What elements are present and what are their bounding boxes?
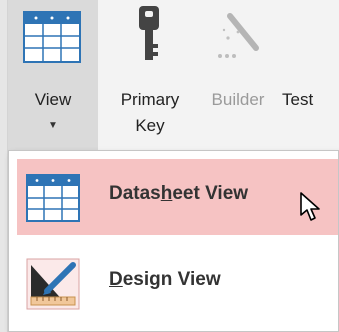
primary-key-label-line1: Primary (120, 90, 180, 109)
primary-key-label-line2: Key (135, 116, 165, 135)
key-icon (139, 6, 159, 60)
datasheet-grid-icon (23, 11, 81, 63)
mouse-pointer-icon (300, 192, 320, 221)
chevron-down-icon: ▼ (48, 120, 58, 131)
test-button-label: Test (282, 90, 314, 109)
magic-wand-icon (218, 13, 259, 58)
view-dropdown-menu: Datasheet View Design View (8, 150, 339, 332)
ribbon: View ▼ Primary Key Builder Test (0, 0, 339, 332)
window: View ▼ Primary Key Builder Test Datashee… (0, 0, 339, 332)
design-view-label: Design View (109, 269, 221, 290)
design-view-icon (26, 258, 80, 310)
menu-item-datasheet-view[interactable]: Datasheet View (17, 159, 338, 235)
test-validation-button[interactable]: Test (282, 0, 339, 150)
primary-key-button[interactable]: Primary Key (100, 0, 200, 150)
view-button[interactable]: View ▼ (8, 0, 98, 150)
datasheet-view-label: Datasheet View (109, 183, 249, 204)
datasheet-grid-icon (26, 174, 80, 222)
builder-button-label: Builder (211, 90, 265, 109)
navigation-pane-edge (0, 0, 8, 332)
builder-button[interactable]: Builder (196, 0, 280, 150)
menu-item-design-view[interactable]: Design View (17, 245, 338, 321)
view-button-label: View (34, 90, 72, 109)
